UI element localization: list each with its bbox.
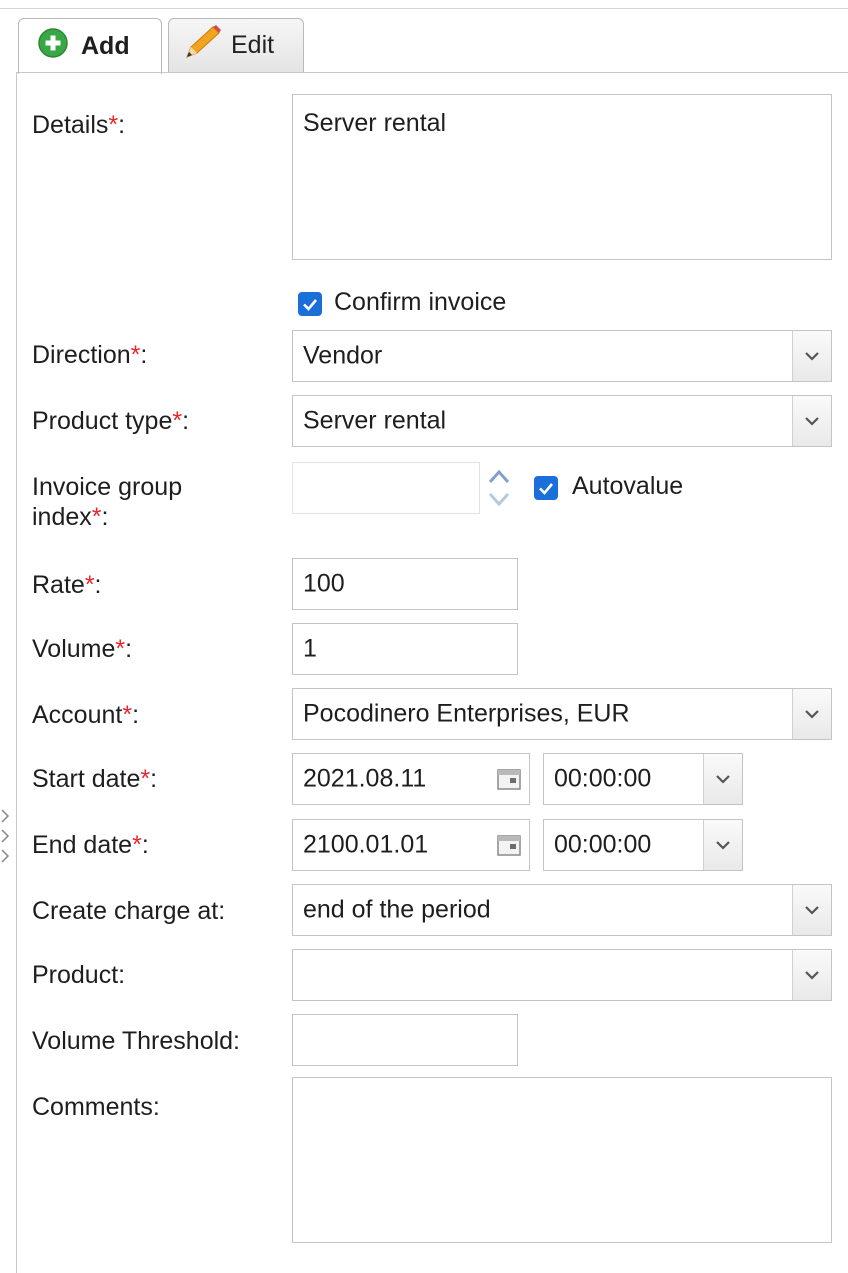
plus-circle-icon	[37, 27, 69, 66]
end-date-label: End date*:	[32, 831, 149, 859]
direction-select[interactable]: Vendor	[292, 330, 832, 382]
collapse-handle[interactable]	[0, 780, 14, 900]
calendar-icon[interactable]	[489, 820, 529, 870]
checkmark-icon	[303, 299, 317, 311]
tab-edit-label: Edit	[231, 31, 275, 59]
top-divider	[0, 8, 848, 9]
tab-edit[interactable]: Edit	[168, 18, 304, 72]
tab-add-label: Add	[81, 32, 130, 60]
start-time-select[interactable]: 00:00:00	[543, 753, 743, 805]
direction-label: Direction*:	[32, 341, 148, 369]
chevron-down-icon[interactable]	[792, 885, 831, 935]
details-label: Details*:	[32, 111, 126, 139]
create-charge-at-select[interactable]: end of the period	[292, 884, 832, 936]
product-type-label: Product type*:	[32, 407, 190, 435]
start-date-label: Start date*:	[32, 765, 158, 793]
volume-input[interactable]: 1	[292, 623, 518, 675]
create-charge-at-label: Create charge at:	[32, 897, 226, 925]
product-type-select[interactable]: Server rental	[292, 395, 832, 447]
start-date-input[interactable]: 2021.08.11	[292, 753, 530, 805]
spinner-arrows-icon[interactable]	[482, 462, 516, 514]
volume-threshold-label: Volume Threshold:	[32, 1027, 240, 1055]
chevron-down-icon[interactable]	[703, 820, 742, 870]
autovalue-label: Autovalue	[572, 472, 684, 500]
pencil-icon	[183, 23, 223, 68]
chevron-down-icon[interactable]	[703, 754, 742, 804]
comments-label: Comments:	[32, 1093, 160, 1121]
calendar-icon[interactable]	[489, 754, 529, 804]
autovalue-checkbox[interactable]	[534, 476, 558, 500]
confirm-invoice-checkbox[interactable]	[298, 292, 322, 316]
account-select[interactable]: Pocodinero Enterprises, EUR	[292, 688, 832, 740]
invoice-group-index-label: Invoice group index*:	[32, 473, 183, 531]
product-label: Product:	[32, 961, 126, 989]
end-date-input[interactable]: 2100.01.01	[292, 819, 530, 871]
chevron-down-icon[interactable]	[792, 689, 831, 739]
rate-label: Rate*:	[32, 571, 102, 599]
tab-add[interactable]: Add	[18, 18, 162, 74]
details-textarea[interactable]: Server rental	[292, 94, 832, 260]
end-time-select[interactable]: 00:00:00	[543, 819, 743, 871]
checkmark-icon	[539, 483, 553, 495]
account-label: Account*:	[32, 701, 140, 729]
confirm-invoice-label: Confirm invoice	[334, 288, 507, 316]
chevron-down-icon[interactable]	[792, 950, 831, 1000]
chevron-down-icon[interactable]	[792, 331, 831, 381]
chevron-down-icon[interactable]	[792, 396, 831, 446]
volume-threshold-input[interactable]	[292, 1014, 518, 1066]
product-select[interactable]	[292, 949, 832, 1001]
volume-label: Volume*:	[32, 635, 133, 663]
rate-input[interactable]: 100	[292, 558, 518, 610]
invoice-group-index-input[interactable]	[292, 462, 480, 514]
comments-textarea[interactable]	[292, 1077, 832, 1243]
